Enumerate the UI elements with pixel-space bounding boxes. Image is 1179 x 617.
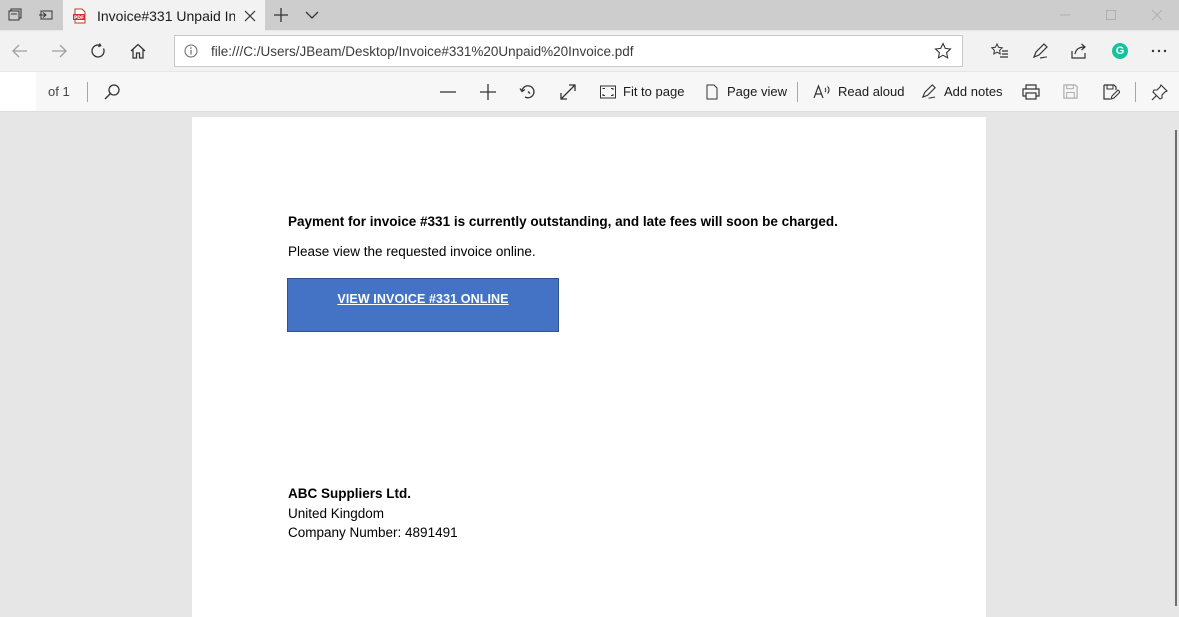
set-tabs-aside-button[interactable] [31, 0, 61, 30]
printer-icon [1022, 83, 1040, 100]
rotate-button[interactable] [519, 72, 537, 111]
plus-icon [274, 8, 288, 22]
page-number-input[interactable] [0, 72, 36, 111]
favorites-button[interactable] [980, 31, 1020, 71]
maximize-icon [1106, 10, 1116, 20]
info-icon[interactable] [184, 44, 198, 58]
pin-toolbar-button[interactable] [1151, 72, 1169, 111]
grammarly-icon: G [1112, 43, 1128, 59]
view-invoice-button[interactable]: VIEW INVOICE #331 ONLINE [287, 278, 559, 332]
back-button[interactable] [0, 31, 40, 71]
minimize-button[interactable] [1042, 0, 1088, 30]
chevron-down-icon [305, 11, 319, 19]
new-tab-button[interactable] [266, 0, 296, 30]
toolbar-divider [87, 82, 88, 102]
grammarly-extension-button[interactable]: G [1100, 31, 1140, 71]
save-as-button[interactable] [1102, 72, 1120, 111]
rotate-icon [519, 84, 535, 98]
add-notes-button[interactable]: Add notes [920, 72, 1003, 111]
fit-to-page-button[interactable]: Fit to page [600, 72, 684, 111]
page-view-icon [706, 84, 718, 99]
tab-actions-button[interactable] [0, 0, 30, 30]
minimize-icon [1060, 14, 1070, 16]
search-icon [104, 83, 120, 99]
svg-text:PDF: PDF [74, 14, 84, 20]
toolbar-divider [797, 82, 798, 102]
document-viewport[interactable]: Payment for invoice #331 is currently ou… [0, 112, 1179, 617]
save-button[interactable] [1062, 72, 1079, 111]
address-bar[interactable]: file:///C:/Users/JBeam/Desktop/Invoice#3… [174, 35, 963, 67]
tab-preview-button[interactable] [297, 0, 327, 30]
url-text[interactable]: file:///C:/Users/JBeam/Desktop/Invoice#3… [211, 44, 633, 59]
navigation-bar: file:///C:/Users/JBeam/Desktop/Invoice#3… [0, 31, 1179, 71]
page-view-label: Page view [727, 84, 787, 99]
favorite-star-icon[interactable] [934, 42, 952, 60]
save-disk-icon [1063, 84, 1078, 99]
company-country: United Kingdom [288, 505, 385, 521]
page-count: of 1 [48, 84, 70, 99]
zoom-in-button[interactable] [479, 72, 497, 111]
fit-to-page-label: Fit to page [623, 84, 685, 99]
refresh-button[interactable] [78, 31, 118, 71]
add-notes-pen-icon [921, 84, 936, 99]
tab-title: Invoice#331 Unpaid Inv [97, 7, 235, 24]
vertical-scrollbar[interactable] [1175, 130, 1177, 606]
close-window-button[interactable] [1134, 0, 1179, 30]
share-button[interactable] [1059, 31, 1099, 71]
active-tab[interactable]: PDF Invoice#331 Unpaid Inv [63, 0, 265, 31]
forward-arrow-icon [52, 44, 67, 58]
payment-notice-heading: Payment for invoice #331 is currently ou… [288, 214, 838, 229]
pdf-page: Payment for invoice #331 is currently ou… [192, 117, 986, 617]
read-aloud-label: Read aloud [838, 84, 905, 99]
plus-icon [480, 83, 496, 100]
pen-icon [1032, 43, 1048, 59]
company-number: Company Number: 4891491 [288, 525, 458, 540]
maximize-button[interactable] [1088, 0, 1134, 30]
read-aloud-icon [813, 83, 830, 98]
close-icon [1151, 9, 1163, 21]
pdf-file-icon: PDF [73, 8, 86, 23]
print-button[interactable] [1022, 72, 1040, 111]
more-ellipsis-icon [1151, 49, 1167, 53]
home-button[interactable] [118, 31, 158, 71]
tabs-aside-icon [8, 8, 22, 21]
toolbar-divider [1135, 82, 1136, 102]
refresh-icon [91, 43, 105, 58]
tab-strip: PDF Invoice#331 Unpaid Inv [0, 0, 1179, 31]
page-view-button[interactable]: Page view [704, 72, 787, 111]
full-screen-button[interactable] [559, 72, 577, 111]
search-button[interactable] [103, 72, 121, 111]
view-invoice-link[interactable]: VIEW INVOICE #331 ONLINE [288, 292, 558, 306]
pdf-toolbar: of 1 Fit to page Page view Read aloud Ad… [0, 72, 1179, 112]
read-aloud-button[interactable]: Read aloud [813, 72, 905, 111]
minus-icon [440, 90, 456, 93]
company-name: ABC Suppliers Ltd. [288, 486, 412, 501]
back-arrow-icon [12, 44, 27, 58]
company-details: ABC Suppliers Ltd. United Kingdom Compan… [288, 484, 458, 543]
forward-button[interactable] [39, 31, 79, 71]
view-invoice-instruction: Please view the requested invoice online… [288, 244, 536, 259]
fit-to-page-icon [600, 85, 616, 98]
set-aside-icon [39, 10, 53, 20]
close-tab-icon[interactable] [243, 9, 257, 23]
pin-icon [1151, 83, 1168, 100]
share-icon [1071, 43, 1086, 59]
web-notes-button[interactable] [1020, 31, 1060, 71]
settings-more-button[interactable] [1139, 31, 1179, 71]
save-as-icon [1103, 83, 1120, 100]
zoom-out-button[interactable] [439, 72, 457, 111]
home-icon [130, 43, 146, 59]
favorites-list-icon [991, 42, 1008, 58]
expand-icon [560, 83, 576, 100]
add-notes-label: Add notes [944, 84, 1003, 99]
